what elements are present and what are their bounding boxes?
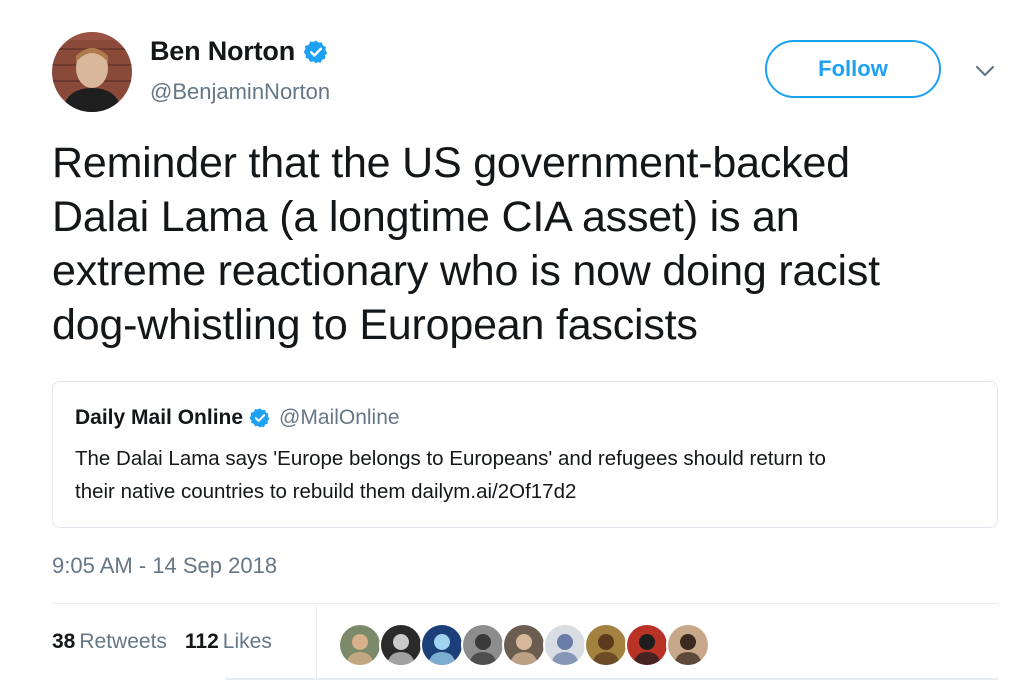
divider — [52, 603, 998, 604]
user-avatar-icon — [381, 625, 421, 665]
user-avatar-icon — [340, 625, 380, 665]
liker-avatar[interactable] — [502, 623, 546, 667]
follow-button[interactable]: Follow — [765, 40, 941, 98]
tweet-stats: 38 Retweets 112 Likes — [52, 630, 272, 654]
retweets-label: Retweets — [79, 630, 167, 653]
quoted-tweet-header: Daily Mail Online @MailOnline — [75, 406, 400, 430]
quoted-author-name: Daily Mail Online — [75, 406, 244, 429]
likes-label: Likes — [222, 630, 272, 653]
likes-stat[interactable]: 112 Likes — [185, 630, 272, 654]
liker-avatar[interactable] — [338, 623, 382, 667]
author-name-row[interactable]: Ben Norton — [150, 36, 329, 67]
likes-count: 112 — [184, 630, 219, 653]
user-avatar-icon — [586, 625, 626, 665]
tweet-timestamp[interactable]: 9:05 AM - 14 Sep 2018 — [52, 553, 277, 579]
user-avatar-icon — [668, 625, 708, 665]
user-avatar-icon — [504, 625, 544, 665]
liker-avatar[interactable] — [625, 623, 669, 667]
author-handle[interactable]: @BenjaminNorton — [150, 79, 330, 105]
user-avatar-icon — [545, 625, 585, 665]
liker-avatar[interactable] — [420, 623, 464, 667]
divider — [316, 605, 317, 680]
tweet-text: Reminder that the US government-backed D… — [52, 139, 880, 349]
liker-avatar[interactable] — [543, 623, 587, 667]
verified-badge-icon — [303, 39, 329, 65]
liker-avatar[interactable] — [461, 623, 505, 667]
liker-avatar[interactable] — [379, 623, 423, 667]
retweets-count: 38 — [52, 630, 76, 653]
author-name[interactable]: Ben Norton — [150, 36, 295, 67]
liker-avatar[interactable] — [666, 623, 710, 667]
user-avatar-icon — [422, 625, 462, 665]
user-avatar-icon — [627, 625, 667, 665]
liker-avatar[interactable] — [584, 623, 628, 667]
quoted-author-handle: @MailOnline — [279, 406, 400, 429]
user-avatar-icon — [463, 625, 503, 665]
liker-avatars — [338, 623, 710, 667]
quoted-tweet-card[interactable]: Daily Mail Online @MailOnline The Dalai … — [52, 381, 998, 528]
retweets-stat[interactable]: 38 Retweets — [52, 630, 167, 654]
verified-badge-icon — [249, 407, 271, 429]
chevron-down-icon[interactable] — [972, 58, 998, 84]
author-avatar[interactable] — [52, 32, 132, 112]
quoted-tweet-text: The Dalai Lama says 'Europe belongs to E… — [75, 447, 826, 503]
